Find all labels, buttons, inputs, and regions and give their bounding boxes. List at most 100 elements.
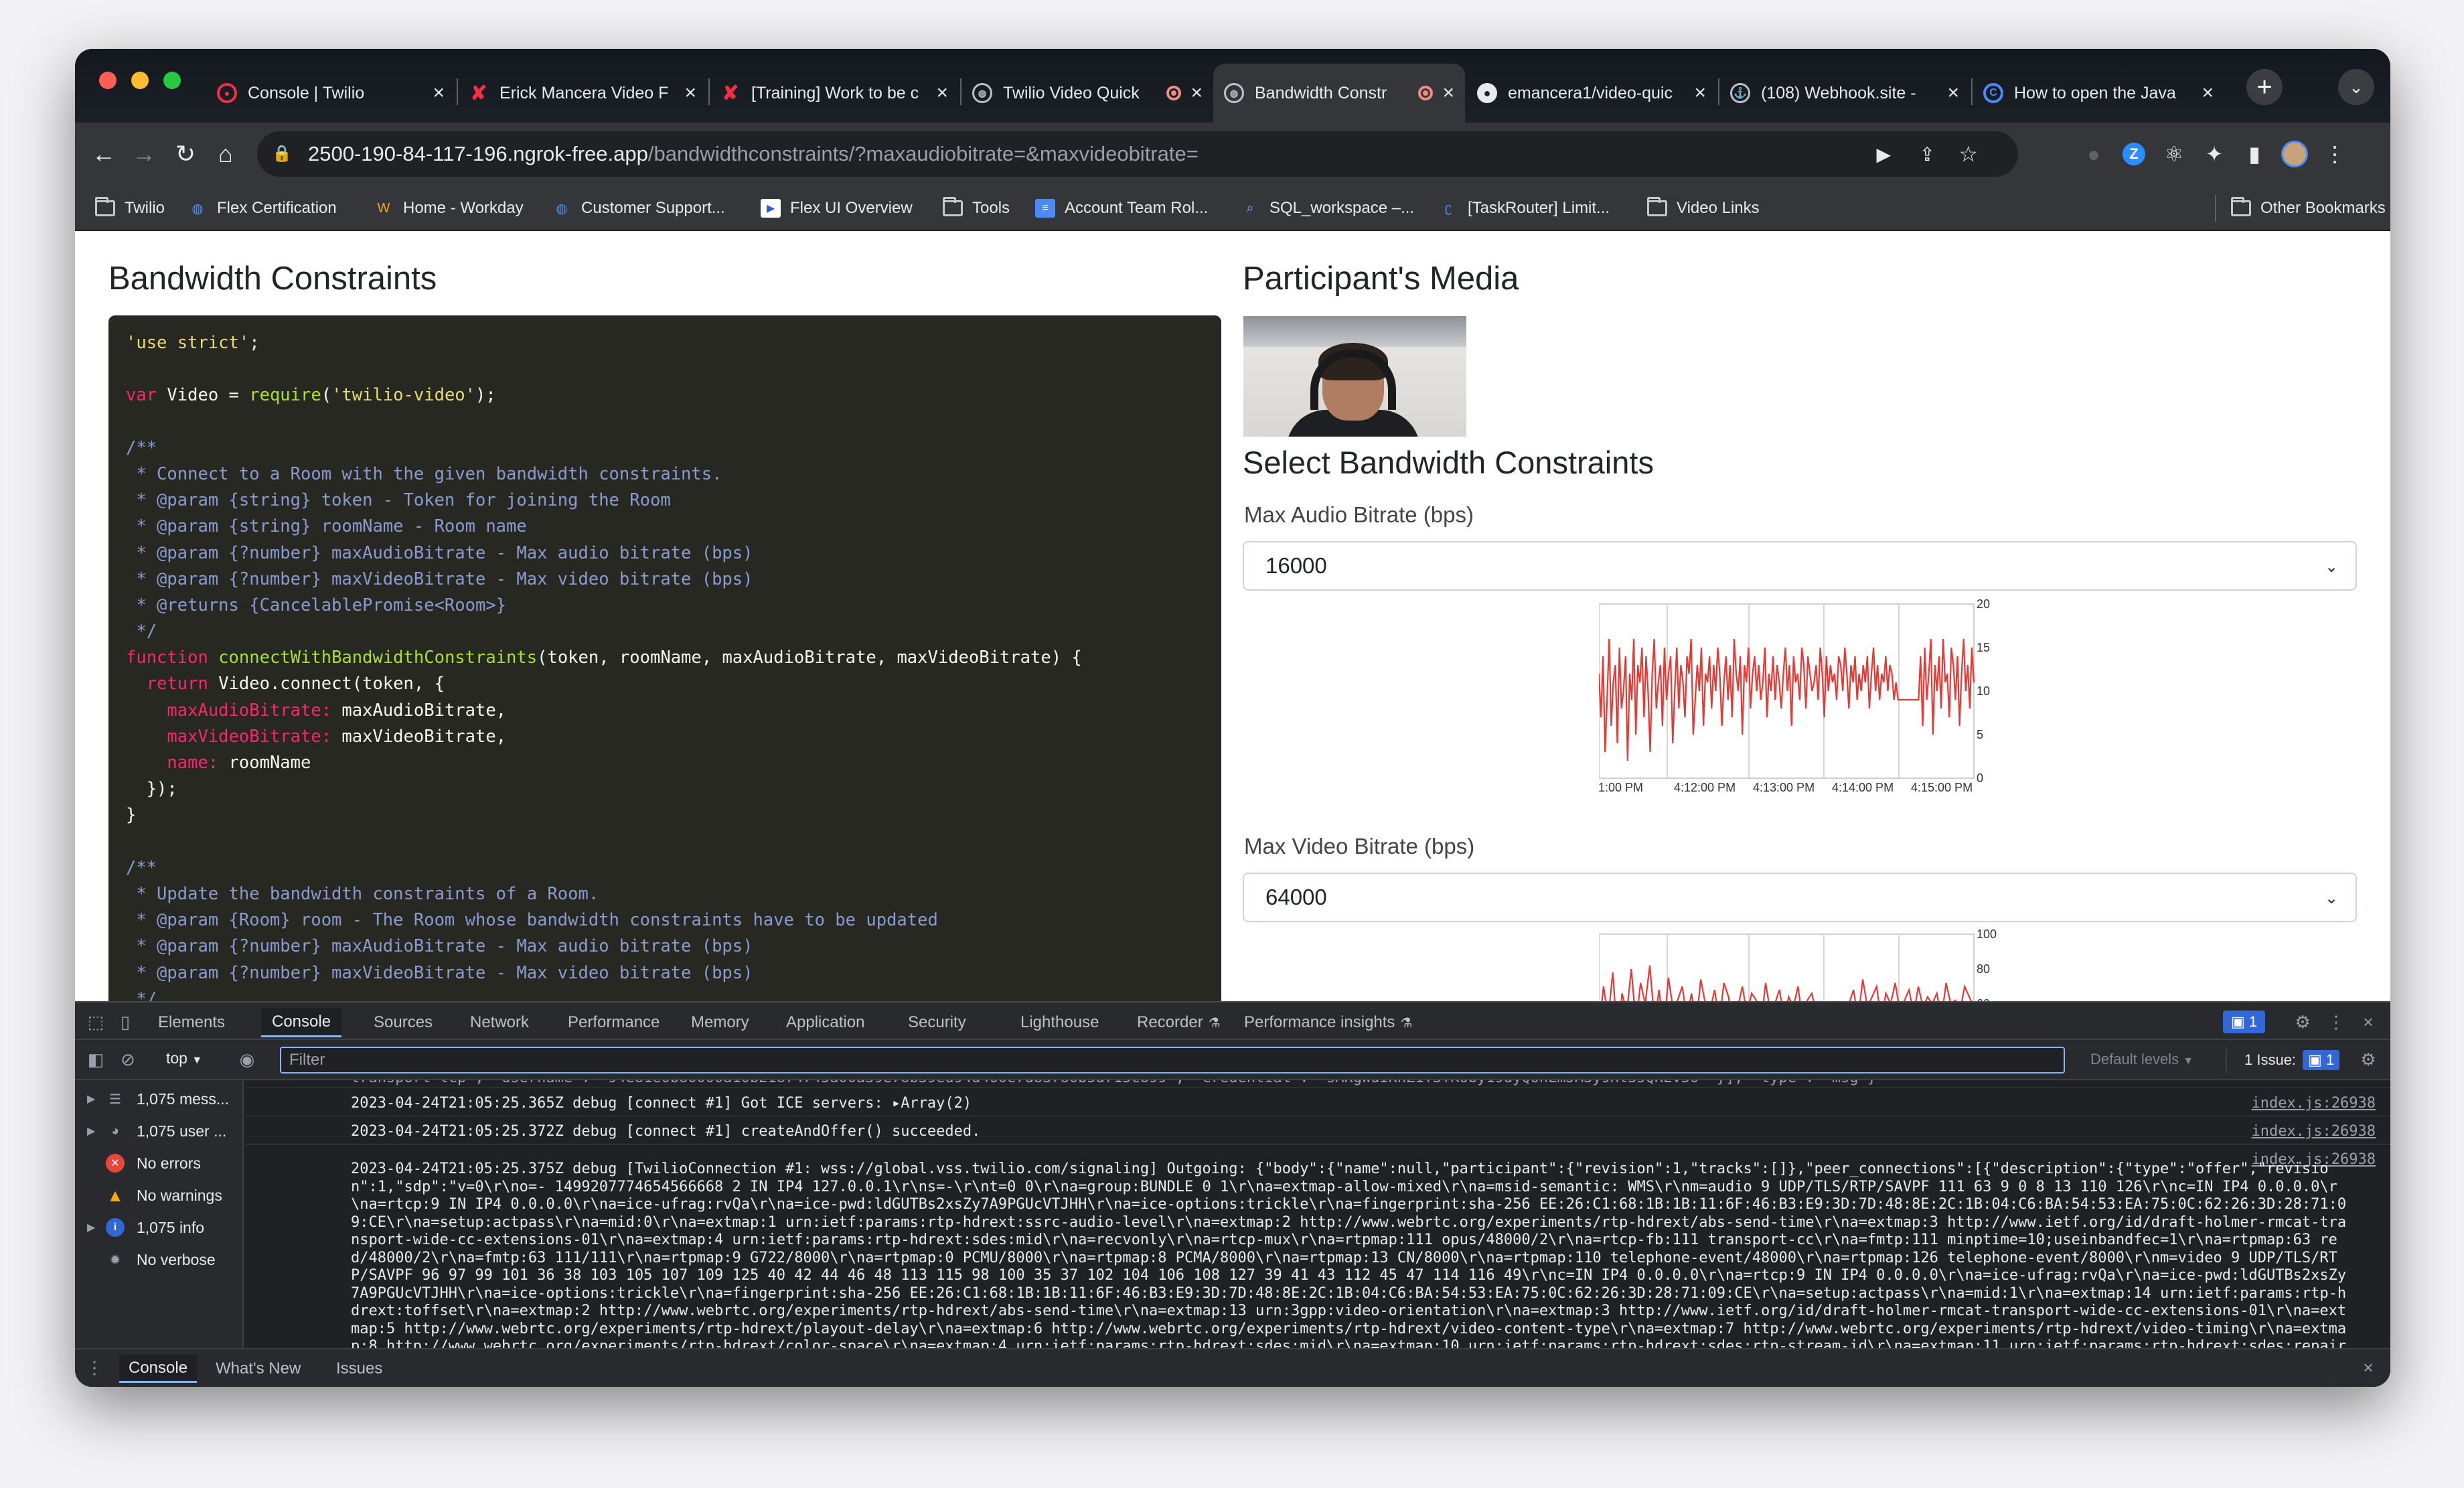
bookmark-customer-support[interactable]: ◍ Customer Support... [552, 195, 725, 222]
close-tab-icon[interactable]: × [1947, 82, 1959, 104]
tab-search-button[interactable]: ⌄ [2338, 69, 2374, 105]
profile-avatar[interactable] [2278, 137, 2311, 171]
sidebar-verbose[interactable]: ✹ No verbose [106, 1246, 216, 1273]
bookmark-account-team[interactable]: ≡ Account Team Rol... [1035, 195, 1208, 222]
minimize-window-button[interactable] [131, 72, 149, 89]
devtools-tab-performance-insights[interactable]: Performance insights ⚗ [1233, 1008, 1423, 1037]
close-tab-icon[interactable]: × [1442, 82, 1454, 104]
bookmark-label: Flex Certification [217, 199, 337, 217]
close-window-button[interactable] [99, 72, 117, 89]
messages-badge[interactable]: ▣ 1 [2223, 1011, 2266, 1033]
sidebar-toggle-icon[interactable]: ◧ [84, 1048, 107, 1071]
close-tab-icon[interactable]: × [2202, 82, 2214, 104]
close-tab-icon[interactable]: × [684, 82, 696, 104]
tab-github-video-quickstart[interactable]: ● emancera1/video-quic × [1466, 64, 1717, 123]
bookmark-star-icon[interactable]: ☆ [1958, 141, 1978, 167]
bookmark-taskrouter[interactable]: ʗ [TaskRouter] Limit... [1438, 195, 1610, 222]
console-filter-input[interactable]: Filter [280, 1047, 2065, 1073]
video-bitrate-select[interactable]: 64000 ⌄ [1243, 873, 2357, 922]
tab-title: Bandwidth Constr [1255, 83, 1387, 102]
sidebar-messages[interactable]: ☰ 1,075 mess... [106, 1086, 229, 1112]
close-tab-icon[interactable]: × [433, 82, 445, 104]
tab-console-twilio[interactable]: ● Console | Twilio × [206, 64, 455, 123]
code-block: 'use strict'; var Video = require('twili… [108, 315, 1221, 1001]
source-link[interactable]: index.js:26938 [2252, 1123, 2376, 1140]
home-button[interactable]: ⌂ [209, 137, 242, 171]
drawer-tab-console[interactable]: Console [119, 1355, 198, 1383]
bookmark-flex-ui-overview[interactable]: ▶ Flex UI Overview [761, 195, 913, 222]
expand-arrow-icon[interactable]: ▶ [87, 1124, 95, 1138]
bookmark-sql-workspace[interactable]: ⌕ SQL_workspace –... [1240, 195, 1414, 222]
devtools-tab-recorder[interactable]: Recorder ⚗ [1126, 1008, 1231, 1037]
tab-webhook-site[interactable]: ⚓ (108) Webhook.site - × [1719, 64, 1970, 123]
react-devtools-icon[interactable]: ⚛ [2157, 137, 2191, 171]
devtools-tab-performance[interactable]: Performance [557, 1008, 670, 1037]
code-line: }); [126, 779, 177, 800]
devtools-tab-memory[interactable]: Memory [680, 1008, 760, 1037]
drawer-tab-whats-new[interactable]: What's New [206, 1355, 310, 1383]
settings-gear-icon[interactable]: ⚙ [2291, 1011, 2314, 1033]
new-tab-button[interactable]: + [2246, 69, 2283, 105]
workday-icon: W [377, 200, 390, 216]
devtools-tab-elements[interactable]: Elements [147, 1008, 236, 1037]
drawer-tab-issues[interactable]: Issues [327, 1355, 392, 1383]
devtools-tab-lighthouse[interactable]: Lighthouse [1010, 1008, 1109, 1037]
side-panel-icon[interactable]: ▮ [2238, 137, 2271, 171]
tab-training[interactable]: ✘ [Training] Work to be c × [710, 64, 959, 123]
source-link[interactable]: index.js:26938 [2252, 1095, 2376, 1112]
sidebar-user-messages[interactable]: ◕ 1,075 user ... [106, 1118, 226, 1144]
console-settings-gear-icon[interactable]: ⚙ [2357, 1048, 2380, 1071]
forward-button[interactable]: → [127, 137, 161, 171]
close-tab-icon[interactable]: × [936, 82, 948, 104]
sidebar-info[interactable]: i 1,075 info [106, 1214, 204, 1241]
share-icon[interactable]: ⇪ [1920, 143, 1935, 165]
close-drawer-icon[interactable]: × [2357, 1356, 2380, 1379]
log-levels-dropdown[interactable]: Default levels ▼ [2090, 1051, 2193, 1068]
sidebar-warnings[interactable]: ▲ No warnings [106, 1182, 222, 1209]
bookmark-tools[interactable]: Tools [943, 195, 1010, 222]
close-tab-icon[interactable]: × [1694, 82, 1706, 104]
reload-button[interactable]: ↻ [169, 137, 202, 171]
other-bookmarks[interactable]: Other Bookmarks [2215, 195, 2386, 222]
close-devtools-icon[interactable]: × [2357, 1011, 2380, 1033]
close-tab-icon[interactable]: × [1190, 82, 1203, 104]
back-button[interactable]: ← [87, 137, 121, 171]
camera-in-use-icon[interactable]: ▶ [1876, 143, 1891, 165]
tab-erick-mancera[interactable]: ✘ Erick Mancera Video F × [458, 64, 707, 123]
zoom-extension-icon[interactable]: Z [2117, 137, 2151, 171]
inspect-element-icon[interactable]: ⬚ [84, 1011, 107, 1033]
issues-button[interactable]: 1 Issue: ▣ 1 [2226, 1047, 2340, 1073]
more-options-icon[interactable]: ⋮ [2325, 1011, 2347, 1033]
tab-twilio-video-quick[interactable]: ◍ Twilio Video Quick × [961, 64, 1213, 123]
zoom-window-button[interactable] [163, 72, 181, 89]
tab-bandwidth-constraints[interactable]: ◍ Bandwidth Constr × [1213, 64, 1465, 123]
bookmark-video-links[interactable]: Video Links [1647, 195, 1760, 222]
bookmark-twilio[interactable]: Twilio [95, 195, 165, 222]
clear-console-icon[interactable]: ⊘ [117, 1048, 139, 1071]
extension-dark-icon[interactable]: ● [2077, 137, 2110, 171]
device-toolbar-icon[interactable]: ▯ [114, 1011, 137, 1033]
devtools-tab-security[interactable]: Security [897, 1008, 977, 1037]
drawer-menu-icon[interactable]: ⋮ [83, 1356, 106, 1379]
globe-icon: ◍ [556, 201, 568, 216]
chart-y-tick-label: 100 [1977, 927, 1997, 941]
flask-icon: ⚗ [1400, 1015, 1413, 1031]
expand-arrow-icon[interactable]: ▶ [87, 1092, 95, 1106]
sidebar-errors[interactable]: ✕ No errors [106, 1150, 201, 1177]
address-bar[interactable]: 🔒 2500-190-84-117-196.ngrok-free.app/ban… [257, 131, 2018, 177]
bookmark-home-workday[interactable]: W Home - Workday [374, 195, 524, 222]
chrome-menu-icon[interactable]: ⋮ [2318, 137, 2352, 171]
devtools-tab-network[interactable]: Network [459, 1008, 540, 1037]
extensions-puzzle-icon[interactable]: ✦ [2198, 137, 2231, 171]
expand-arrow-icon[interactable]: ▶ [87, 1221, 95, 1234]
context-selector[interactable]: top ▼ [166, 1049, 202, 1067]
chevron-down-icon: ⌄ [2325, 558, 2339, 576]
devtools-tab-console[interactable]: Console [261, 1008, 342, 1037]
live-expression-eye-icon[interactable]: ◉ [236, 1048, 258, 1071]
devtools-tab-sources[interactable]: Sources [363, 1008, 443, 1037]
tab-how-to-open-java[interactable]: C How to open the Java × [1973, 64, 2224, 123]
devtools-tab-application[interactable]: Application [775, 1008, 875, 1037]
audio-bitrate-select[interactable]: 16000 ⌄ [1243, 541, 2357, 591]
bookmark-flex-certification[interactable]: ◍ Flex Certification [187, 195, 337, 222]
